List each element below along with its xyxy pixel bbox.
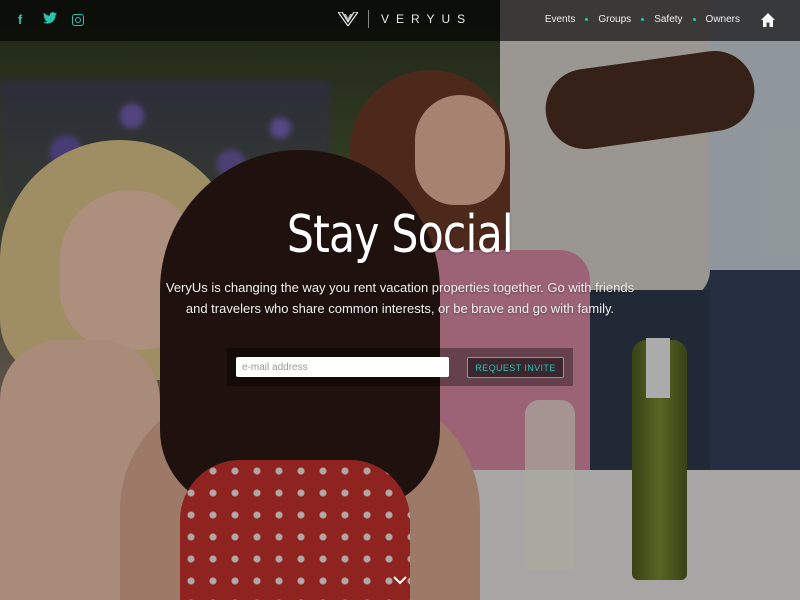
veryus-logo-icon xyxy=(338,12,358,26)
invite-form: REQUEST INVITE xyxy=(227,348,573,386)
main-navigation: Events Groups Safety Owners xyxy=(545,14,740,25)
nav-separator xyxy=(692,18,696,21)
nav-link-safety[interactable]: Safety xyxy=(654,14,682,25)
top-navigation-bar: f VERYUS Events Groups Safety Owners xyxy=(0,0,800,41)
social-links: f xyxy=(12,12,84,28)
brand-name: VERYUS xyxy=(381,12,473,26)
brand-logo[interactable]: VERYUS xyxy=(338,10,472,28)
request-invite-button[interactable]: REQUEST INVITE xyxy=(467,357,564,378)
nav-separator xyxy=(585,18,589,21)
home-icon[interactable] xyxy=(760,12,776,28)
hero-subtitle: VeryUs is changing the way you rent vaca… xyxy=(165,280,635,316)
email-input[interactable] xyxy=(236,357,449,377)
nav-link-owners[interactable]: Owners xyxy=(706,14,740,25)
chevron-down-icon[interactable] xyxy=(392,574,408,586)
nav-link-groups[interactable]: Groups xyxy=(598,14,631,25)
hero-title: Stay Social xyxy=(286,205,514,265)
instagram-icon[interactable] xyxy=(72,14,84,26)
nav-separator xyxy=(641,18,645,21)
twitter-icon[interactable] xyxy=(42,12,58,28)
hero-section: Stay Social VeryUs is changing the way y… xyxy=(0,205,800,319)
nav-link-events[interactable]: Events xyxy=(545,14,576,25)
brand-divider xyxy=(368,10,369,28)
facebook-icon[interactable]: f xyxy=(12,12,28,28)
